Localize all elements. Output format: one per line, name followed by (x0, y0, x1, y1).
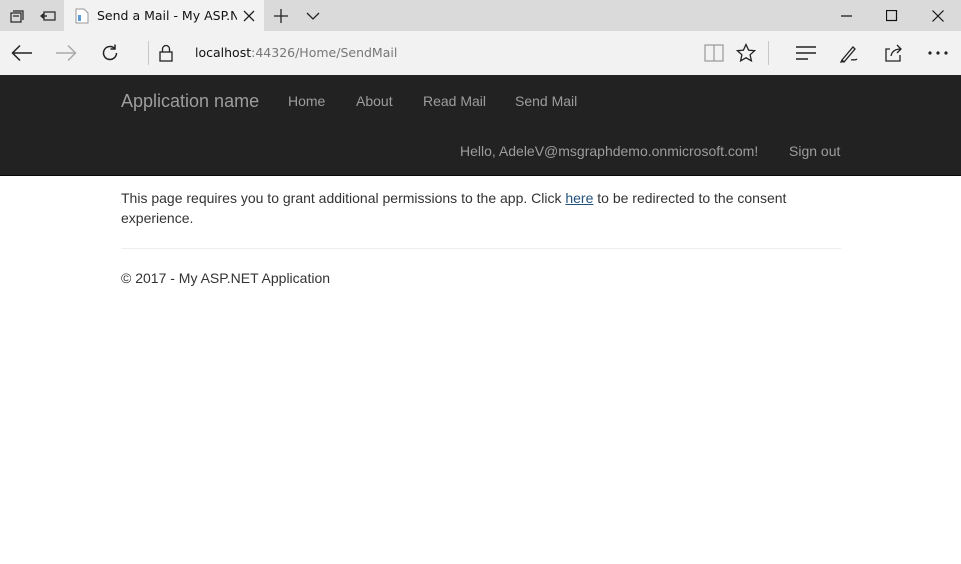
user-greeting: Hello, AdeleV@msgraphdemo.onmicrosoft.co… (460, 143, 759, 159)
url-path: :44326/Home/SendMail (251, 45, 398, 60)
star-icon[interactable] (726, 31, 766, 75)
toolbar-divider (768, 41, 769, 65)
share-icon[interactable] (874, 31, 914, 75)
nav-link-about[interactable]: About (356, 93, 393, 109)
browser-tab-bar: Send a Mail - My ASP.N (0, 0, 961, 31)
site-navbar: Application name Home About Read Mail Se… (0, 75, 961, 176)
page-favicon-icon (74, 8, 90, 24)
nav-link-send-mail[interactable]: Send Mail (515, 93, 577, 109)
refresh-icon[interactable] (88, 31, 132, 75)
close-tab-icon[interactable] (241, 8, 256, 23)
hub-icon[interactable] (786, 31, 826, 75)
plus-icon[interactable] (266, 0, 296, 31)
toolbar-divider (148, 41, 149, 65)
consent-redirect-link[interactable]: here (565, 190, 593, 206)
tab-active[interactable]: Send a Mail - My ASP.N (64, 0, 264, 31)
lock-icon[interactable] (156, 43, 176, 63)
minimize-icon[interactable] (824, 0, 870, 31)
nav-link-read-mail[interactable]: Read Mail (423, 93, 486, 109)
pen-icon[interactable] (830, 31, 870, 75)
back-arrow-icon[interactable] (0, 31, 44, 75)
tab-title: Send a Mail - My ASP.N (97, 8, 237, 23)
message-text-before: This page requires you to grant addition… (121, 190, 566, 206)
tab-actions-icon[interactable] (0, 0, 32, 31)
forward-arrow-icon[interactable] (44, 31, 88, 75)
page-footer: © 2017 - My ASP.NET Application (121, 270, 331, 286)
sign-out-link[interactable]: Sign out (789, 143, 840, 159)
chevron-down-icon[interactable] (298, 0, 328, 31)
browser-address-bar: localhost:44326/Home/SendMail (0, 31, 961, 75)
close-window-icon[interactable] (915, 0, 961, 31)
maximize-icon[interactable] (869, 0, 915, 31)
permission-message: This page requires you to grant addition… (121, 188, 841, 228)
nav-link-home[interactable]: Home (288, 93, 325, 109)
navbar-brand[interactable]: Application name (121, 91, 259, 112)
url-host: localhost (195, 45, 252, 60)
set-tabs-aside-icon[interactable] (32, 0, 64, 31)
more-icon[interactable] (918, 31, 958, 75)
content-divider (121, 248, 841, 249)
address-field[interactable]: localhost:44326/Home/SendMail (195, 45, 397, 60)
